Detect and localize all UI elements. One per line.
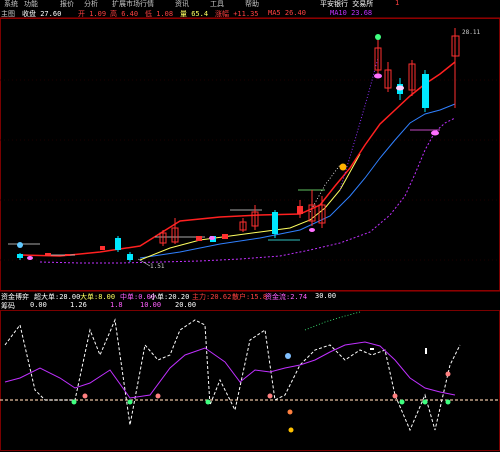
signal-marker-icon: [17, 242, 23, 248]
ma-red-line: [19, 61, 456, 257]
candle: [45, 253, 51, 256]
signal-marker-icon: [209, 236, 215, 240]
signal-marker-icon: [309, 228, 315, 232]
sell-arrow-icon: [267, 393, 273, 399]
sub-bar-mark: [370, 348, 374, 350]
buy-arrow-icon: [422, 399, 428, 405]
candle: [100, 246, 105, 250]
signal-marker-icon: [431, 130, 439, 136]
high-mark-label: 28.11: [462, 29, 480, 36]
sub-panel-frame: [0, 310, 500, 451]
candle: [17, 254, 23, 258]
signal-marker-icon: [285, 353, 291, 359]
signal-marker-icon: [374, 73, 382, 79]
buy-signal-icon: [339, 163, 347, 171]
sell-arrow-icon: [445, 371, 451, 377]
sub-green-line: [304, 311, 361, 331]
top-signal-icon: [375, 34, 381, 40]
candle: [115, 238, 121, 250]
ma-blue-line: [139, 103, 456, 259]
candle: [65, 254, 70, 256]
candle: [127, 254, 133, 260]
sub-label-level: 30.00: [315, 292, 337, 300]
sub-row2-value-3: 10.00: [140, 301, 162, 309]
sub-indicator-header-2: 筹码 0.00 1.26 1.8 10.00 20.00: [0, 301, 500, 310]
main-panel-frame: [0, 18, 500, 291]
sub-purple-line: [4, 341, 456, 399]
sub-row2-value-0: 0.00: [30, 301, 47, 309]
candle: [422, 74, 429, 108]
sell-arrow-icon: [287, 409, 293, 415]
sub-row2-label[interactable]: 筹码: [1, 301, 15, 311]
sell-arrow-icon: [155, 393, 161, 399]
sell-arrow-icon: [288, 427, 294, 433]
candle: [297, 206, 303, 214]
candle: [196, 236, 202, 241]
ma-purple-dashed-upper: [339, 57, 379, 191]
sell-arrow-icon: [82, 393, 88, 399]
sub-indicator-header: 资金博弈 超大单:28.00 大单:8.00 中单:0.00 小单:20.20 …: [0, 292, 500, 301]
low-mark-label: 1.51: [150, 263, 165, 270]
buy-arrow-icon: [71, 399, 77, 405]
candle: [272, 212, 278, 234]
candles: [17, 28, 460, 262]
sub-row2-value-4: 20.00: [175, 301, 197, 309]
signal-marker-icon: [27, 256, 33, 260]
buy-arrow-icon: [399, 399, 405, 405]
sub-bar-mark: [425, 348, 427, 354]
buy-arrow-icon: [445, 399, 451, 405]
ma-yellow-line: [139, 153, 361, 261]
sell-arrow-icon: [392, 393, 398, 399]
sub-row2-value-2: 1.8: [110, 301, 123, 309]
signal-marker-icon: [396, 85, 404, 91]
candle: [222, 234, 228, 239]
buy-arrow-icon: [205, 399, 211, 405]
sub-signals: [71, 348, 451, 433]
sub-row2-value-1: 1.26: [70, 301, 87, 309]
sub-white-line: [4, 318, 461, 432]
buy-arrow-icon: [127, 399, 133, 405]
chart-canvas[interactable]: 28.11 1.51: [0, 0, 500, 452]
